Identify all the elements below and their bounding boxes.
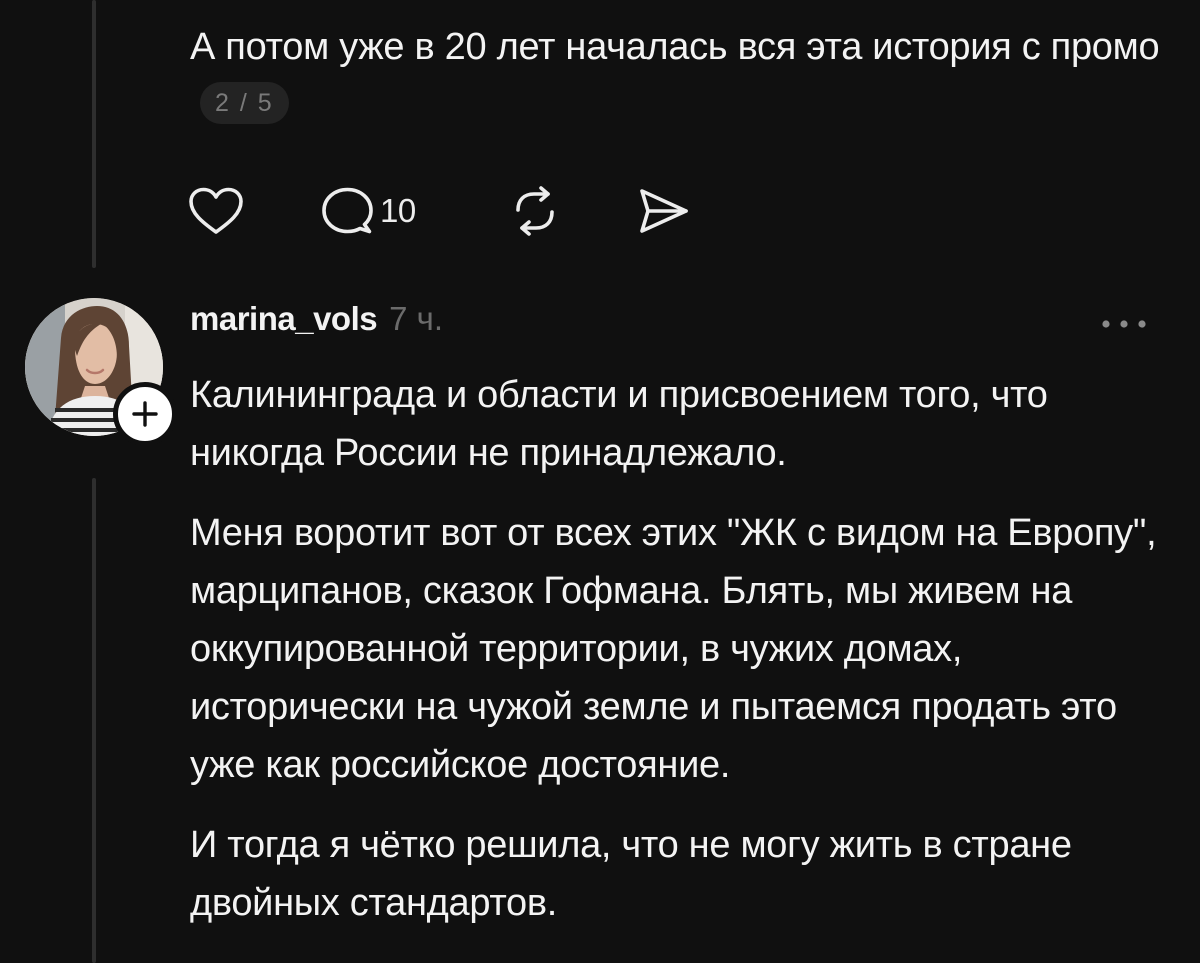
comment-button[interactable]: 10 — [320, 186, 510, 236]
post-actions-bar: 10 — [188, 183, 690, 239]
repost-icon — [516, 186, 554, 236]
more-options-button[interactable] — [1094, 306, 1154, 342]
media-counter-badge[interactable]: 2 / 5 — [200, 81, 289, 124]
reply-timestamp: 7 ч. — [389, 300, 443, 337]
reply-avatar-container — [25, 298, 177, 446]
reply-username[interactable]: marina_vols — [190, 300, 378, 338]
follow-button[interactable] — [113, 382, 177, 446]
share-button[interactable] — [636, 186, 690, 236]
comment-count: 10 — [380, 192, 416, 229]
post-text: А потом уже в 20 лет началась вся эта ис… — [190, 18, 1170, 134]
reply-paragraph: И тогда я чётко решила, что не могу жить… — [190, 824, 1072, 924]
plus-icon — [132, 401, 158, 427]
post-text-content: А потом уже в 20 лет началась вся эта ис… — [190, 26, 1160, 68]
send-icon — [640, 189, 688, 233]
heart-icon — [189, 187, 243, 234]
repost-button[interactable] — [510, 186, 636, 236]
reply-body: Калининграда и области и присвоением тог… — [190, 366, 1175, 954]
like-button[interactable] — [188, 186, 320, 236]
thread-line-top — [92, 0, 96, 268]
comment-bubble-icon — [322, 187, 373, 234]
reply-paragraph: Калининграда и области и присвоением тог… — [190, 374, 1048, 474]
reply-header: marina_vols 7 ч. — [190, 300, 443, 348]
reply-paragraph: Меня воротит вот от всех этих "ЖК с видо… — [190, 512, 1157, 786]
more-dots-icon — [1102, 320, 1146, 328]
thread-line-bottom — [92, 478, 96, 963]
